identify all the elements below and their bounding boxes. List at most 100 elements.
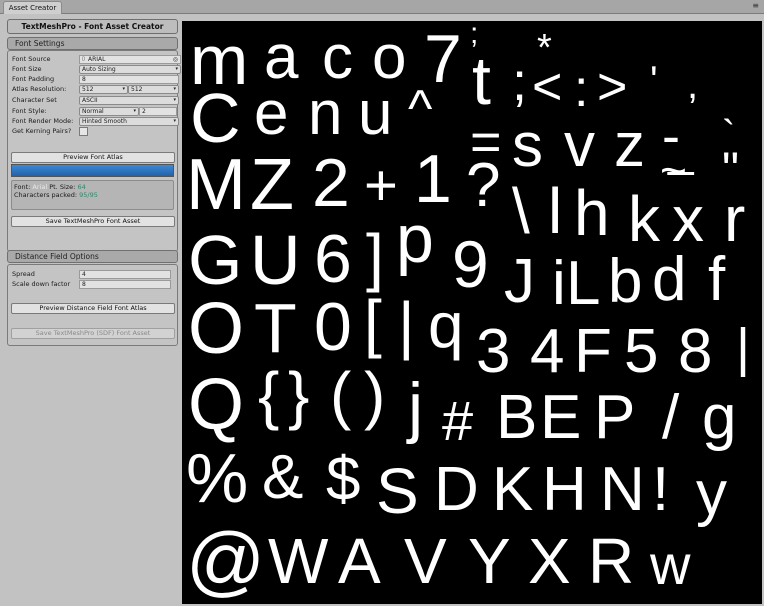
atlas-glyph: 9 — [452, 227, 489, 301]
font-style-amount-field[interactable]: 2 — [139, 107, 177, 116]
atlas-glyph: i — [552, 249, 566, 318]
settings-panel: TextMeshPro - Font Asset Creator Font Se… — [7, 19, 181, 604]
font-render-mode-value: Hinted Smooth — [82, 118, 127, 125]
atlas-glyph: k — [628, 183, 660, 255]
generation-progress-bar — [11, 164, 174, 177]
font-source-label: Font Source — [12, 55, 51, 63]
kerning-label: Get Kerning Pairs? — [12, 127, 72, 135]
chevron-down-icon: ▾ — [173, 97, 176, 103]
atlas-glyph: P — [594, 383, 636, 452]
atlas-glyph: } — [288, 359, 310, 431]
font-settings-header[interactable]: Font Settings — [7, 37, 178, 50]
font-style-value: Normal — [82, 108, 104, 115]
object-picker-icon[interactable]: ◎ — [173, 56, 178, 63]
font-file-icon: ▯ — [82, 56, 85, 62]
atlas-glyph: z — [614, 111, 645, 180]
character-set-dropdown[interactable]: ASCII ▾ — [79, 96, 179, 105]
atlas-glyph: E — [540, 383, 582, 452]
atlas-glyph: l — [548, 175, 563, 247]
font-render-mode-label: Font Render Mode: — [12, 117, 74, 125]
atlas-width-dropdown[interactable]: 512 ▾ — [79, 85, 128, 94]
atlas-glyph: > — [597, 58, 628, 116]
scale-down-label: Scale down factor — [12, 280, 71, 288]
atlas-height-value: 512 — [131, 86, 143, 93]
atlas-glyph: : — [574, 60, 589, 118]
font-atlas-preview: m a c o 7; * t; <: > ', Ce n u ^ = s v z - _ ` ~ " M Z 2 +1? \ l h k x r… — [182, 21, 762, 604]
atlas-glyph: b — [608, 247, 643, 316]
font-source-value: ARIAL — [88, 56, 106, 63]
chevron-down-icon: ▾ — [133, 108, 136, 114]
atlas-glyph: r — [724, 183, 746, 255]
font-render-mode-dropdown[interactable]: Hinted Smooth ▾ — [79, 117, 179, 126]
distance-field-header[interactable]: Distance Field Options — [7, 250, 178, 263]
atlas-glyph: N — [600, 455, 645, 524]
atlas-glyph: | — [736, 318, 751, 378]
atlas-glyph: w — [650, 533, 691, 596]
chevron-down-icon: ▾ — [122, 86, 125, 92]
atlas-glyph: Y — [468, 525, 511, 597]
window-tab-bar: Asset Creator ≡ — [0, 0, 764, 14]
chevron-down-icon: ▾ — [175, 66, 178, 72]
character-set-label: Character Set — [12, 96, 57, 104]
font-name-label: Font: — [14, 183, 31, 191]
font-style-dropdown[interactable]: Normal ▾ — [79, 107, 139, 116]
font-name-value: Arial — [32, 183, 48, 191]
font-size-label: Font Size — [12, 65, 42, 73]
atlas-glyph: 0 — [314, 289, 352, 365]
atlas-glyph: f — [708, 245, 726, 314]
save-font-asset-button[interactable]: Save TextMeshPro Font Asset — [11, 216, 175, 227]
preview-font-atlas-button[interactable]: Preview Font Atlas — [11, 152, 175, 163]
atlas-glyph: W — [268, 525, 329, 597]
atlas-height-dropdown[interactable]: 512 ▾ — [128, 85, 179, 94]
atlas-glyph: ) — [364, 359, 386, 431]
preview-sdf-atlas-button[interactable]: Preview Distance Field Font Atlas — [11, 303, 175, 314]
atlas-glyph: ; — [512, 52, 528, 112]
atlas-glyph: 8 — [678, 317, 713, 386]
atlas-glyph: , — [687, 63, 699, 107]
atlas-resolution-label: Atlas Resolution: — [12, 85, 67, 93]
window-title: TextMeshPro - Font Asset Creator — [7, 19, 178, 34]
atlas-glyph: X — [528, 525, 571, 597]
atlas-glyph: ' — [650, 59, 658, 103]
atlas-glyph: x — [672, 183, 704, 255]
atlas-glyph: 4 — [530, 317, 565, 386]
atlas-glyph: ^ — [408, 80, 433, 138]
atlas-width-value: 512 — [82, 86, 94, 93]
atlas-glyph: H — [542, 455, 587, 524]
atlas-glyph: | — [398, 289, 415, 361]
window-menu-icon[interactable]: ≡ — [752, 1, 759, 11]
atlas-glyph: \ — [512, 175, 530, 247]
atlas-glyph: Q — [188, 365, 245, 445]
atlas-glyph: ? — [466, 151, 501, 220]
atlas-glyph: M — [186, 145, 246, 225]
atlas-glyph: < — [532, 58, 563, 116]
atlas-glyph: / — [662, 383, 680, 452]
spread-field[interactable]: 4 — [79, 270, 171, 279]
atlas-glyph: s — [512, 111, 543, 180]
atlas-glyph: K — [492, 455, 534, 524]
font-padding-field[interactable]: 8 — [79, 75, 179, 84]
characters-packed-line: Characters packed: 95/95 — [14, 191, 98, 199]
atlas-glyph: p — [396, 201, 434, 277]
font-size-value: Auto Sizing — [82, 66, 116, 73]
tab-asset-creator[interactable]: Asset Creator — [3, 1, 62, 14]
atlas-glyph: u — [358, 79, 393, 148]
atlas-glyph: g — [702, 383, 737, 452]
atlas-glyph: j — [408, 369, 424, 445]
kerning-checkbox[interactable] — [79, 127, 88, 136]
font-size-dropdown[interactable]: Auto Sizing ▾ — [79, 65, 181, 74]
atlas-glyph: $ — [326, 445, 361, 514]
atlas-glyph: S — [376, 455, 419, 527]
atlas-glyph: # — [442, 389, 474, 452]
characters-packed-label: Characters packed: — [14, 191, 78, 199]
font-source-field[interactable]: ▯ ARIAL ◎ — [79, 55, 181, 64]
font-stats-box: Font: Arial Pt. Size: 64 Characters pack… — [11, 180, 174, 210]
atlas-glyph: & — [262, 443, 304, 512]
scale-down-field[interactable]: 8 — [79, 280, 171, 289]
atlas-glyph: T — [254, 289, 297, 367]
atlas-glyph: h — [574, 177, 610, 249]
atlas-glyph: 3 — [476, 317, 511, 386]
atlas-glyph: d — [652, 245, 687, 314]
atlas-glyph: n — [308, 79, 343, 148]
character-set-value: ASCII — [82, 97, 98, 104]
